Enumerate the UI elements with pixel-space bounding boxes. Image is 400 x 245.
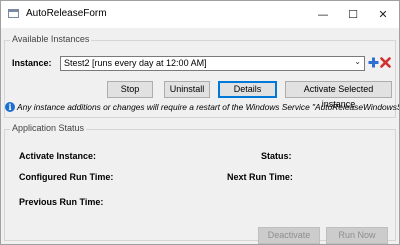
- instance-select-value: Stest2 [runs every day at 12:00 AM]: [64, 58, 207, 68]
- details-button[interactable]: Details: [218, 81, 277, 98]
- restart-info-message: Any instance additions or changes will r…: [17, 102, 400, 112]
- configured-run-time-label: Configured Run Time:: [19, 172, 114, 182]
- application-status-legend: Application Status: [10, 123, 87, 133]
- stop-button[interactable]: Stop: [107, 81, 153, 98]
- activate-instance-label: Activate Instance:: [19, 151, 97, 161]
- window-title: AutoReleaseForm: [26, 8, 107, 19]
- application-status-group: [4, 129, 396, 241]
- uninstall-button[interactable]: Uninstall: [164, 81, 210, 98]
- deactivate-button[interactable]: Deactivate: [258, 227, 320, 244]
- close-button[interactable]: ✕: [368, 1, 398, 28]
- status-label: Status:: [261, 151, 292, 161]
- chevron-down-icon: ⌄: [354, 57, 361, 66]
- app-window-icon: [8, 9, 19, 18]
- add-instance-icon[interactable]: [368, 57, 379, 68]
- instance-select[interactable]: Stest2 [runs every day at 12:00 AM] ⌄: [60, 56, 365, 71]
- instance-label: Instance:: [12, 58, 52, 68]
- previous-run-time-label: Previous Run Time:: [19, 197, 104, 207]
- maximize-button[interactable]: ☐: [338, 1, 368, 28]
- next-run-time-label: Next Run Time:: [227, 172, 293, 182]
- minimize-button[interactable]: —: [308, 1, 338, 28]
- app-window: AutoReleaseForm — ☐ ✕ Available Instance…: [0, 0, 400, 245]
- remove-instance-icon[interactable]: [380, 57, 391, 68]
- info-icon: i: [5, 102, 15, 112]
- available-instances-legend: Available Instances: [10, 34, 92, 44]
- title-bar: AutoReleaseForm — ☐ ✕: [1, 1, 399, 28]
- run-now-button[interactable]: Run Now: [326, 227, 388, 244]
- activate-selected-instance-button[interactable]: Activate Selected instance: [285, 81, 392, 109]
